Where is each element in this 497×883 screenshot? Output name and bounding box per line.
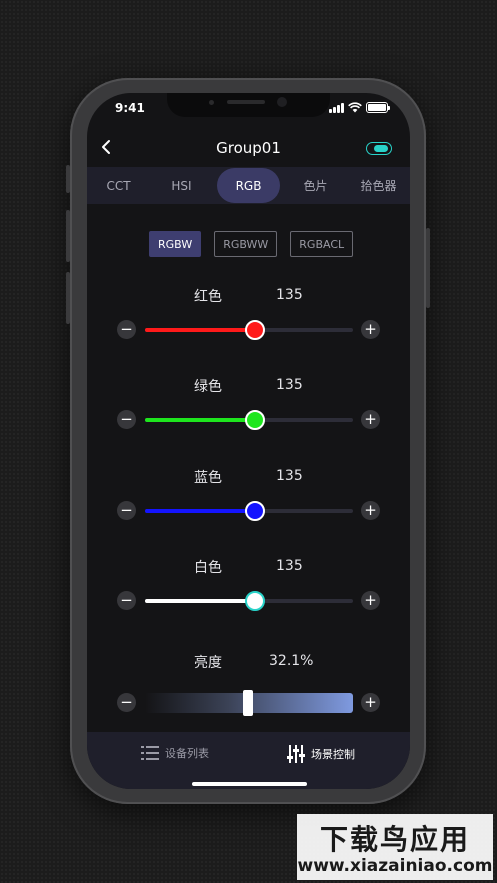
app-screen: 9:41 Group01 CCT HSI RGB 色片 拾色器 RGBW RGB… — [87, 93, 410, 789]
watermark: 下载鸟应用 www.xiazainiao.com — [297, 814, 493, 880]
green-decrease-button[interactable]: − — [117, 410, 136, 429]
power-toggle[interactable] — [366, 142, 392, 155]
tab-rgb[interactable]: RGB — [217, 168, 280, 203]
mode-rgbacl-button[interactable]: RGBACL — [290, 231, 354, 257]
blue-increase-button[interactable]: + — [361, 501, 380, 520]
sliders-icon — [287, 745, 305, 763]
battery-icon — [366, 102, 390, 113]
blue-decrease-button[interactable]: − — [117, 501, 136, 520]
brightness-value: 32.1% — [269, 653, 314, 669]
green-slider-knob[interactable] — [245, 410, 266, 430]
white-increase-button[interactable]: + — [361, 591, 380, 610]
brightness-slider[interactable] — [145, 690, 353, 716]
toggle-knob — [374, 144, 388, 152]
status-icons — [329, 102, 390, 113]
red-slider-fill — [145, 328, 256, 332]
signal-icon — [329, 103, 344, 113]
sensor-dot — [209, 100, 214, 105]
header: Group01 — [87, 133, 410, 165]
nav-scene-control[interactable]: 场景控制 — [287, 745, 355, 763]
phone-volume-up — [66, 210, 70, 262]
mode-tabs: CCT HSI RGB 色片 拾色器 — [87, 167, 410, 204]
phone-volume-down — [66, 272, 70, 324]
red-decrease-button[interactable]: − — [117, 320, 136, 339]
mode-rgbw-button[interactable]: RGBW — [149, 231, 202, 257]
notch — [167, 93, 330, 117]
white-slider[interactable] — [145, 591, 353, 611]
green-value: 135 — [276, 377, 303, 393]
green-slider[interactable] — [145, 410, 353, 430]
blue-slider[interactable] — [145, 501, 353, 521]
brightness-slider-handle[interactable] — [243, 690, 254, 716]
tab-hsi[interactable]: HSI — [150, 167, 213, 204]
red-value: 135 — [276, 287, 303, 303]
watermark-title: 下载鸟应用 — [319, 823, 470, 856]
blue-label: 蓝色 — [194, 470, 222, 486]
brightness-decrease-button[interactable]: − — [117, 693, 136, 712]
white-decrease-button[interactable]: − — [117, 591, 136, 610]
wifi-icon — [348, 102, 362, 113]
red-increase-button[interactable]: + — [361, 320, 380, 339]
tab-gel[interactable]: 色片 — [284, 167, 347, 204]
blue-value: 135 — [276, 468, 303, 484]
white-slider-knob[interactable] — [245, 591, 266, 611]
mode-rgbww-button[interactable]: RGBWW — [214, 231, 278, 257]
white-label: 白色 — [194, 560, 222, 576]
watermark-url: www.xiazainiao.com — [297, 856, 493, 876]
brightness-label: 亮度 — [194, 655, 222, 671]
speaker-grille — [227, 100, 265, 104]
nav-device-list[interactable]: 设备列表 — [141, 745, 209, 761]
page-title: Group01 — [216, 139, 281, 157]
brightness-increase-button[interactable]: + — [361, 693, 380, 712]
white-slider-fill — [145, 599, 256, 603]
phone-power-button — [426, 228, 430, 308]
nav-device-list-label: 设备列表 — [165, 747, 209, 760]
white-value: 135 — [276, 558, 303, 574]
nav-scene-control-label: 场景控制 — [311, 748, 355, 761]
tab-color-picker[interactable]: 拾色器 — [347, 167, 410, 204]
phone-silent-switch — [66, 165, 70, 193]
red-label: 红色 — [194, 289, 222, 305]
blue-slider-fill — [145, 509, 256, 513]
red-slider[interactable] — [145, 320, 353, 340]
bottom-nav: 设备列表 场景控制 — [87, 732, 410, 789]
home-indicator[interactable] — [192, 782, 307, 786]
red-slider-knob[interactable] — [245, 320, 266, 340]
list-icon — [141, 746, 159, 760]
green-increase-button[interactable]: + — [361, 410, 380, 429]
status-time: 9:41 — [115, 101, 145, 115]
front-camera — [277, 97, 287, 107]
green-slider-fill — [145, 418, 256, 422]
tab-cct[interactable]: CCT — [87, 167, 150, 204]
green-label: 绿色 — [194, 379, 222, 395]
rgb-mode-selector: RGBW RGBWW RGBACL — [149, 231, 354, 257]
blue-slider-knob[interactable] — [245, 501, 266, 521]
